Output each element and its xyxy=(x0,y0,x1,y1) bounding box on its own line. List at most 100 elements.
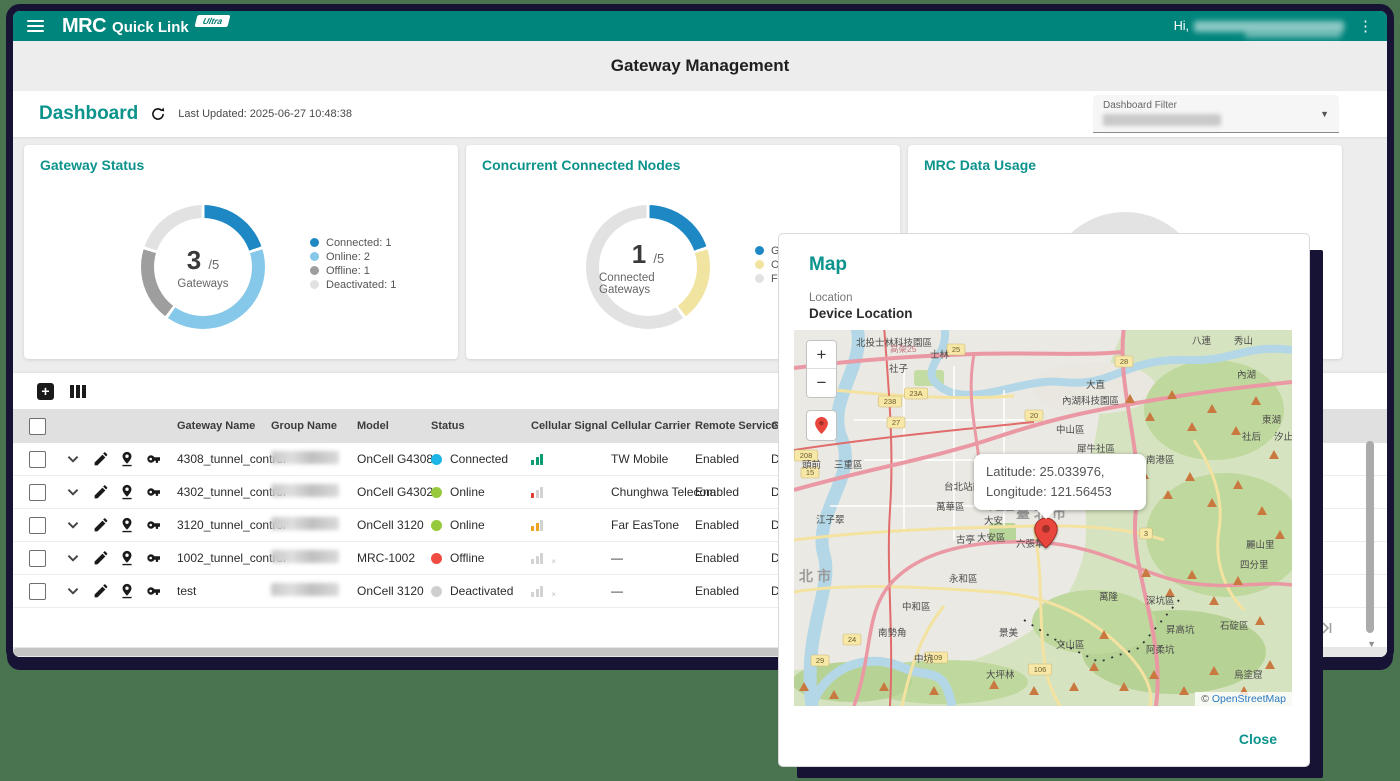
last-page-icon[interactable] xyxy=(1319,621,1335,635)
latitude-text: Latitude: 25.033976, xyxy=(986,462,1134,482)
cellular-carrier: — xyxy=(611,551,695,565)
cellular-signal-icon xyxy=(531,453,551,465)
expand-chevron-icon[interactable] xyxy=(65,484,81,500)
key-icon[interactable] xyxy=(145,517,161,533)
refresh-icon[interactable] xyxy=(150,106,166,122)
status-cell: Offline xyxy=(431,551,531,565)
location-pin-icon[interactable] xyxy=(119,583,135,599)
dashboard-header: Dashboard Last Updated: 2025-06-27 10:48… xyxy=(13,91,1387,137)
donut-value: 1 xyxy=(632,239,646,269)
recenter-pin-button[interactable] xyxy=(806,410,837,441)
legend-item: Deactivated: 1 xyxy=(310,279,396,290)
map-label: 社后 xyxy=(1242,431,1262,443)
status-dot xyxy=(431,520,442,531)
legend-label: Connected: 1 xyxy=(326,237,391,249)
close-button[interactable]: Close xyxy=(1233,730,1283,748)
map-label: 秀山 xyxy=(1234,335,1253,347)
road-shield: 27 xyxy=(892,418,900,427)
map-attribution: © OpenStreetMap xyxy=(1195,692,1292,706)
cellular-carrier: — xyxy=(611,584,695,598)
concurrent-nodes-legend: GOF xyxy=(755,245,780,284)
col-status: Status xyxy=(431,420,531,432)
column-settings-icon[interactable] xyxy=(70,385,86,398)
kebab-menu-icon[interactable]: ⋮ xyxy=(1358,17,1373,35)
map-label: 萬隆 xyxy=(1099,591,1119,603)
edit-icon[interactable] xyxy=(93,451,109,467)
map-label: 北市 xyxy=(799,568,835,584)
expand-chevron-icon[interactable] xyxy=(65,517,81,533)
location-label: Location xyxy=(809,292,852,304)
dashboard-filter-label: Dashboard Filter xyxy=(1103,100,1177,111)
expand-chevron-icon[interactable] xyxy=(65,583,81,599)
expand-chevron-icon[interactable] xyxy=(65,550,81,566)
scroll-down-arrow-icon[interactable]: ▼ xyxy=(1367,639,1376,649)
legend-item: Online: 2 xyxy=(310,251,396,262)
remote-service: Enabled xyxy=(695,551,771,565)
dashboard-filter-select[interactable]: Dashboard Filter ▼ xyxy=(1093,95,1339,133)
status-dot xyxy=(431,487,442,498)
add-gateway-icon[interactable]: + xyxy=(37,383,54,400)
gateway-name: 4302_tunnel_control xyxy=(177,485,271,499)
expand-chevron-icon[interactable] xyxy=(65,451,81,467)
key-icon[interactable] xyxy=(145,451,161,467)
cellular-carrier: Far EasTone xyxy=(611,518,695,532)
legend-label: Online: 2 xyxy=(326,251,370,263)
legend-item: O xyxy=(755,259,780,270)
location-pin-icon[interactable] xyxy=(119,451,135,467)
dashboard-title: Dashboard xyxy=(39,103,138,125)
road-shield: 208 xyxy=(800,451,813,460)
gateway-name: 1002_tunnel_control xyxy=(177,551,271,565)
legend-dot xyxy=(310,238,319,247)
vertical-scrollbar-thumb[interactable] xyxy=(1366,441,1374,633)
model: OnCell 3120 xyxy=(357,584,431,598)
row-checkbox[interactable] xyxy=(29,517,46,534)
road-shield: 23A xyxy=(909,389,922,398)
row-checkbox[interactable] xyxy=(29,451,46,468)
gateway-name: 3120_tunnel_control xyxy=(177,518,271,532)
legend-item: F xyxy=(755,273,780,284)
map-label: 文山區 xyxy=(1056,639,1085,651)
model: OnCell G4302 xyxy=(357,485,431,499)
status-cell: Online xyxy=(431,518,531,532)
road-shield: 25 xyxy=(952,345,960,354)
location-pin-icon[interactable] xyxy=(119,550,135,566)
row-checkbox[interactable] xyxy=(29,583,46,600)
map-zoom-control: + − xyxy=(806,340,837,398)
map-modal: Map Location Device Location xyxy=(778,233,1310,767)
edit-icon[interactable] xyxy=(93,583,109,599)
card-title: Concurrent Connected Nodes xyxy=(482,157,680,173)
status-dot xyxy=(431,586,442,597)
cellular-carrier: Chunghwa Telecom xyxy=(611,485,695,499)
model: MRC-1002 xyxy=(357,551,431,565)
donut-label: Connected Gateways xyxy=(599,272,697,296)
key-icon[interactable] xyxy=(145,484,161,500)
legend-item: Offline: 1 xyxy=(310,265,396,276)
edit-icon[interactable] xyxy=(93,517,109,533)
legend-label: F xyxy=(771,273,778,285)
edit-icon[interactable] xyxy=(93,550,109,566)
col-cellular-carrier: Cellular Carrier xyxy=(611,420,695,432)
row-checkbox[interactable] xyxy=(29,550,46,567)
key-icon[interactable] xyxy=(145,583,161,599)
device-location-map[interactable]: 2715252023A2832429106109208238 北投士林科技園區士… xyxy=(794,330,1292,706)
map-label: 中和區 xyxy=(902,601,931,613)
cellular-signal-icon xyxy=(531,519,551,531)
legend-item: G xyxy=(755,245,780,256)
map-label: 阿柔坑 xyxy=(1146,644,1175,656)
remote-service: Enabled xyxy=(695,452,771,466)
zoom-out-button[interactable]: − xyxy=(807,369,836,397)
greeting-text: Hi, xyxy=(1174,19,1189,33)
device-marker-icon[interactable] xyxy=(1033,518,1059,548)
openstreetmap-link[interactable]: OpenStreetMap xyxy=(1212,693,1286,705)
edit-icon[interactable] xyxy=(93,484,109,500)
hamburger-menu-icon[interactable] xyxy=(27,20,44,32)
select-all-checkbox[interactable] xyxy=(29,418,46,435)
location-pin-icon[interactable] xyxy=(119,484,135,500)
navbar: MRC Quick Link Ultra Hi, ⋮ xyxy=(13,11,1387,41)
key-icon[interactable] xyxy=(145,550,161,566)
legend-dot xyxy=(755,260,764,269)
row-checkbox[interactable] xyxy=(29,484,46,501)
zoom-in-button[interactable]: + xyxy=(807,341,836,369)
cellular-signal-icon xyxy=(531,486,551,498)
location-pin-icon[interactable] xyxy=(119,517,135,533)
